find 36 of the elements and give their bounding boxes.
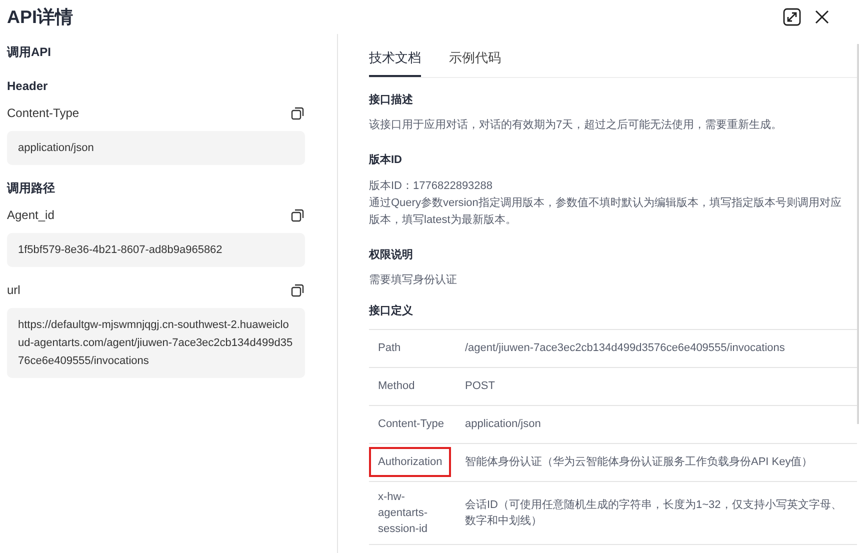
parameter-value: 会话ID（可使用任意随机生成的字符串，长度为1~32，仅支持小写英文字母、数字和中划线）: [465, 498, 843, 528]
field-label: Agent_id: [7, 207, 54, 224]
scrollbar[interactable]: [857, 44, 859, 424]
parameter-name: x-hw-agentarts-session-id: [377, 490, 429, 536]
copy-icon[interactable]: [291, 284, 304, 296]
description-text: 该接口用于应用对话，对话的有效期为7天，超过之后可能无法使用，需要重新生成。: [369, 118, 784, 133]
parameter-value: /agent/jiuwen-7ace3ec2cb134d499d3576ce6e409555/invocations: [465, 341, 786, 356]
parameter-name: Content-Type: [377, 417, 446, 432]
value-box: application/json: [7, 131, 305, 165]
value-box: 1f5bf579-8e36-4b21-8607-ad8b9a965862: [7, 233, 305, 267]
section-heading: 版本ID: [369, 152, 403, 168]
copy-icon[interactable]: [291, 208, 304, 222]
field-label: url: [7, 282, 20, 299]
section-heading: 调用API: [7, 44, 52, 61]
parameter-name: Authorization: [369, 447, 452, 477]
group-heading: Header: [7, 78, 49, 95]
field-label: Content-Type: [7, 105, 80, 122]
value-box: https://defaultgw-mjswmnjqgj.cn-southwest-2.huaweicloud-agentarts.com/agent/jiuwen-7ace3ec2cb134d499d3576ce6e409555/invocations: [7, 308, 305, 378]
parameter-name: Method: [377, 379, 416, 394]
section-heading: 权限说明: [369, 248, 414, 262]
tab[interactable]: 示例代码: [449, 42, 501, 76]
dialog-title: API详情: [7, 6, 74, 28]
description-text: 通过Query参数version指定调用版本，参数值不填时默认为编辑版本，填写指定版本号则调用对应版本，填写latest为最新版本。: [369, 196, 842, 228]
expand-icon[interactable]: [783, 8, 801, 26]
description-text: 需要填写身份认证: [369, 273, 458, 288]
parameter-value: 智能体身份认证（华为云智能体身份认证服务工作负载身份API Key值）: [465, 455, 814, 470]
section-heading: 接口描述: [369, 92, 414, 108]
description-text: 版本ID：1776822893288: [369, 178, 494, 194]
section-heading: 接口定义: [369, 304, 414, 319]
close-icon[interactable]: [815, 10, 829, 24]
tab[interactable]: 技术文档: [369, 42, 421, 76]
parameter-name: Path: [377, 341, 402, 356]
parameter-value: application/json: [465, 417, 542, 432]
copy-icon[interactable]: [291, 106, 304, 120]
parameter-value: POST: [465, 379, 496, 394]
group-heading: 调用路径: [7, 180, 56, 197]
